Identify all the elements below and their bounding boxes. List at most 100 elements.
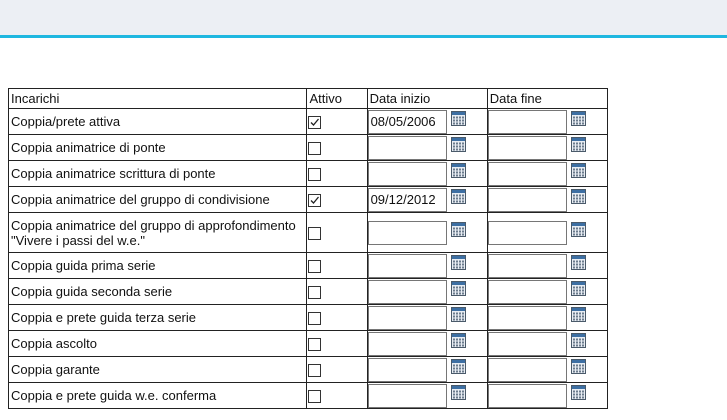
attivo-checkbox[interactable] <box>308 168 322 182</box>
attivo-checkbox[interactable] <box>308 116 322 130</box>
calendar-icon[interactable] <box>450 221 466 237</box>
table-row: Coppia animatrice scrittura di ponte <box>7 160 609 187</box>
data-inizio-cell <box>366 160 488 187</box>
attivo-cell <box>306 134 368 161</box>
calendar-icon[interactable] <box>570 110 586 126</box>
data-inizio-input[interactable] <box>368 220 447 245</box>
table-row: Coppia garante <box>7 356 609 383</box>
attivo-cell <box>306 356 368 383</box>
incarico-label: Coppia e prete guida w.e. conferma <box>7 382 308 409</box>
attivo-checkbox[interactable] <box>308 338 322 352</box>
calendar-icon[interactable] <box>570 254 586 270</box>
attivo-checkbox[interactable] <box>308 142 322 156</box>
incarico-label: Coppia guida prima serie <box>7 252 308 279</box>
calendar-icon[interactable] <box>450 306 466 322</box>
data-inizio-input[interactable] <box>368 305 447 330</box>
data-inizio-input[interactable] <box>368 279 447 304</box>
data-inizio-cell <box>366 134 488 161</box>
header-incarichi: Incarichi <box>7 88 308 109</box>
calendar-icon[interactable] <box>450 358 466 374</box>
calendar-icon[interactable] <box>450 188 466 204</box>
calendar-icon[interactable] <box>570 221 586 237</box>
data-inizio-input[interactable]: 08/05/2006 <box>368 109 447 134</box>
data-fine-input[interactable] <box>488 305 567 330</box>
calendar-icon[interactable] <box>570 332 586 348</box>
data-fine-cell <box>486 186 609 213</box>
data-inizio-input[interactable]: 09/12/2012 <box>368 187 447 212</box>
incarico-label: Coppia animatrice scrittura di ponte <box>7 160 308 187</box>
header-attivo: Attivo <box>306 88 368 109</box>
attivo-cell <box>306 212 368 253</box>
data-fine-input[interactable] <box>488 279 567 304</box>
attivo-cell <box>306 304 368 331</box>
calendar-icon[interactable] <box>450 162 466 178</box>
calendar-icon[interactable] <box>570 280 586 296</box>
incarico-label: Coppia animatrice del gruppo di approfon… <box>7 212 308 253</box>
header-data-fine: Data fine <box>486 88 609 109</box>
data-fine-cell <box>486 108 609 135</box>
data-inizio-cell <box>366 304 488 331</box>
data-fine-cell <box>486 252 609 279</box>
incarico-label: Coppia animatrice di ponte <box>7 134 308 161</box>
attivo-checkbox[interactable] <box>308 364 322 378</box>
calendar-icon[interactable] <box>570 358 586 374</box>
attivo-cell <box>306 382 368 409</box>
table-row: Coppia animatrice di ponte <box>7 134 609 161</box>
data-fine-input[interactable] <box>488 135 567 160</box>
attivo-checkbox[interactable] <box>308 286 322 300</box>
calendar-icon[interactable] <box>450 332 466 348</box>
table-body: Coppia/prete attiva 08/05/2006 Coppia anim… <box>7 108 609 409</box>
data-fine-cell <box>486 382 609 409</box>
data-inizio-cell: 08/05/2006 <box>366 108 488 135</box>
data-fine-cell <box>486 356 609 383</box>
calendar-icon[interactable] <box>570 162 586 178</box>
incarico-label: Coppia/prete attiva <box>7 108 308 135</box>
data-fine-input[interactable] <box>488 331 567 356</box>
data-inizio-input[interactable] <box>368 135 447 160</box>
data-fine-cell <box>486 212 609 253</box>
calendar-icon[interactable] <box>570 136 586 152</box>
data-fine-input[interactable] <box>488 357 567 382</box>
data-fine-input[interactable] <box>488 161 567 186</box>
attivo-checkbox[interactable] <box>308 227 322 241</box>
header-data-inizio: Data inizio <box>366 88 488 109</box>
attivo-checkbox[interactable] <box>308 194 322 208</box>
attivo-checkbox[interactable] <box>308 312 322 326</box>
data-inizio-input[interactable] <box>368 383 447 408</box>
attivo-checkbox[interactable] <box>308 390 322 404</box>
data-inizio-cell <box>366 252 488 279</box>
data-inizio-input[interactable] <box>368 357 447 382</box>
data-fine-input[interactable] <box>488 109 567 134</box>
data-inizio-cell <box>366 330 488 357</box>
calendar-icon[interactable] <box>570 306 586 322</box>
attivo-cell <box>306 160 368 187</box>
data-fine-input[interactable] <box>488 383 567 408</box>
calendar-icon[interactable] <box>450 254 466 270</box>
calendar-icon[interactable] <box>450 136 466 152</box>
table-row: Coppia/prete attiva 08/05/2006 <box>7 108 609 135</box>
data-inizio-cell: 09/12/2012 <box>366 186 488 213</box>
incarico-label: Coppia e prete guida terza serie <box>7 304 308 331</box>
calendar-icon[interactable] <box>570 384 586 400</box>
data-inizio-input[interactable] <box>368 253 447 278</box>
table-row: Coppia e prete guida w.e. conferma <box>7 382 609 409</box>
data-fine-cell <box>486 330 609 357</box>
calendar-icon[interactable] <box>450 384 466 400</box>
table-row: Coppia animatrice del gruppo di condivis… <box>7 186 609 213</box>
data-fine-input[interactable] <box>488 187 567 212</box>
data-fine-cell <box>486 278 609 305</box>
calendar-icon[interactable] <box>570 188 586 204</box>
table-row: Coppia guida prima serie <box>7 252 609 279</box>
attivo-checkbox[interactable] <box>308 260 322 274</box>
calendar-icon[interactable] <box>450 280 466 296</box>
top-header-bar <box>0 0 727 38</box>
data-inizio-input[interactable] <box>368 161 447 186</box>
data-fine-cell <box>486 160 609 187</box>
data-inizio-cell <box>366 382 488 409</box>
calendar-icon[interactable] <box>450 110 466 126</box>
attivo-cell <box>306 252 368 279</box>
data-inizio-input[interactable] <box>368 331 447 356</box>
data-fine-input[interactable] <box>488 253 567 278</box>
attivo-cell <box>306 186 368 213</box>
data-fine-input[interactable] <box>488 220 567 245</box>
